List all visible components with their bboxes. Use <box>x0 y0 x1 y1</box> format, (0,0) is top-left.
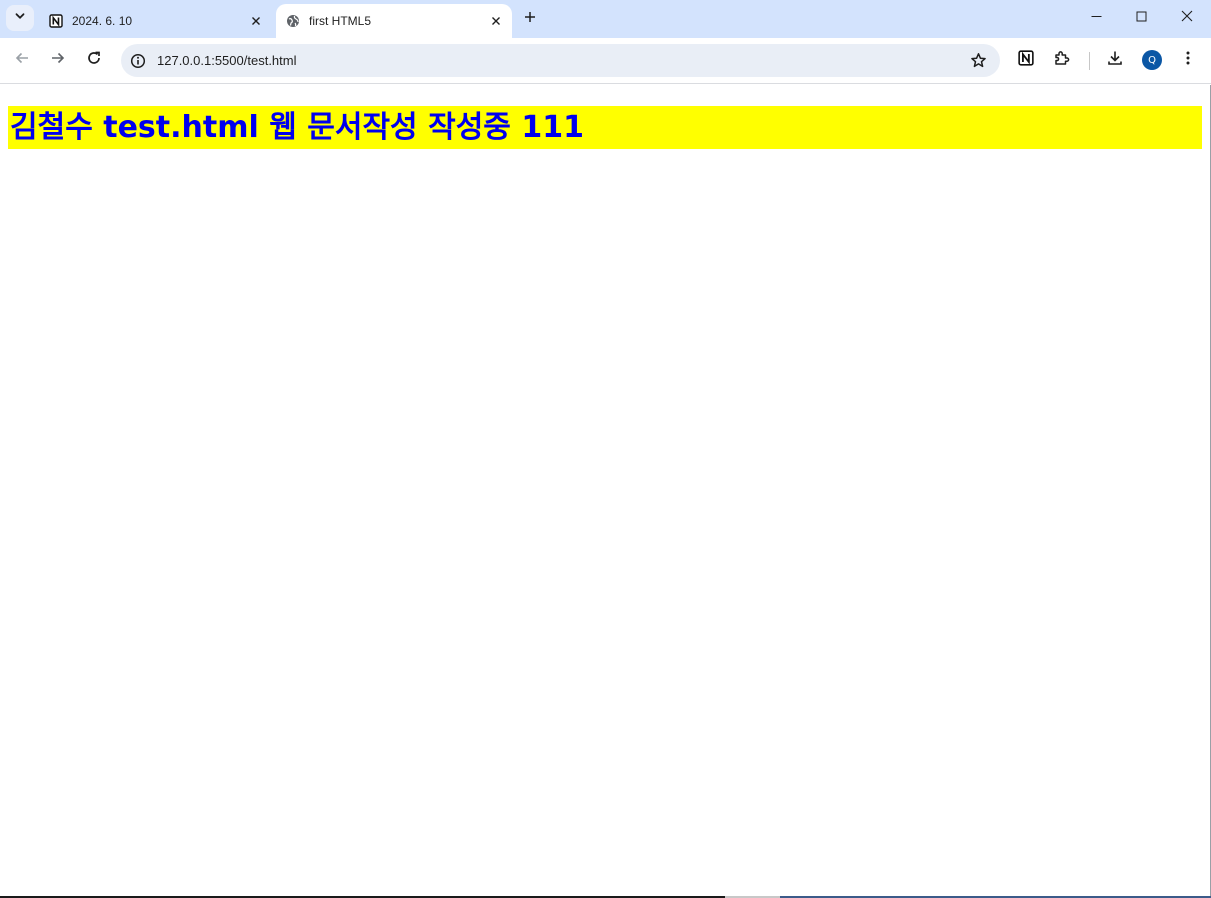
globe-icon <box>286 14 300 28</box>
toolbar-divider <box>1089 52 1090 70</box>
maximize-icon <box>1136 9 1147 27</box>
forward-button[interactable] <box>43 45 73 75</box>
arrow-right-icon <box>50 50 66 71</box>
chevron-down-icon <box>14 9 26 27</box>
page-heading: 김철수 test.html 웹 문서작성 작성중 111 <box>8 106 1202 149</box>
plus-icon <box>524 10 536 28</box>
tab-search-button[interactable] <box>6 5 34 31</box>
avatar: Q <box>1142 50 1162 70</box>
more-vertical-icon <box>1185 50 1191 71</box>
maximize-button[interactable] <box>1118 0 1164 36</box>
url-text[interactable]: 127.0.0.1:5500/test.html <box>157 53 964 68</box>
download-icon <box>1106 49 1124 72</box>
close-window-button[interactable] <box>1164 0 1210 36</box>
close-tab-icon[interactable] <box>246 11 266 31</box>
puzzle-icon <box>1053 49 1071 72</box>
notion-extension-button[interactable] <box>1012 46 1040 74</box>
browser-window: 2024. 6. 10 first HTML5 127.0.0.1:5500/t… <box>0 0 1211 898</box>
minimize-button[interactable] <box>1073 0 1119 36</box>
menu-button[interactable] <box>1174 46 1202 74</box>
extensions-button[interactable] <box>1048 46 1076 74</box>
tab-strip: 2024. 6. 10 first HTML5 <box>0 0 1211 38</box>
page-viewport: 김철수 test.html 웹 문서작성 작성중 111 <box>0 85 1211 896</box>
bookmark-star-icon[interactable] <box>964 47 992 75</box>
new-tab-button[interactable] <box>518 8 542 30</box>
close-tab-icon[interactable] <box>486 11 506 31</box>
tab-notion[interactable]: 2024. 6. 10 <box>40 4 272 38</box>
downloads-button[interactable] <box>1101 46 1129 74</box>
reload-icon <box>86 50 102 71</box>
profile-button[interactable]: Q <box>1138 46 1166 74</box>
notion-icon <box>1018 49 1034 71</box>
back-button[interactable] <box>7 45 37 75</box>
tab-first-html5[interactable]: first HTML5 <box>276 4 512 38</box>
close-icon <box>1181 9 1193 27</box>
reload-button[interactable] <box>79 45 109 75</box>
tab-title: first HTML5 <box>309 14 372 28</box>
address-bar[interactable]: 127.0.0.1:5500/test.html <box>121 44 1000 77</box>
notion-icon <box>49 14 63 28</box>
minimize-icon <box>1091 9 1102 27</box>
browser-toolbar: 127.0.0.1:5500/test.html Q <box>0 38 1211 84</box>
tab-title: 2024. 6. 10 <box>72 14 133 28</box>
info-icon[interactable] <box>127 50 149 72</box>
arrow-left-icon <box>14 50 30 71</box>
